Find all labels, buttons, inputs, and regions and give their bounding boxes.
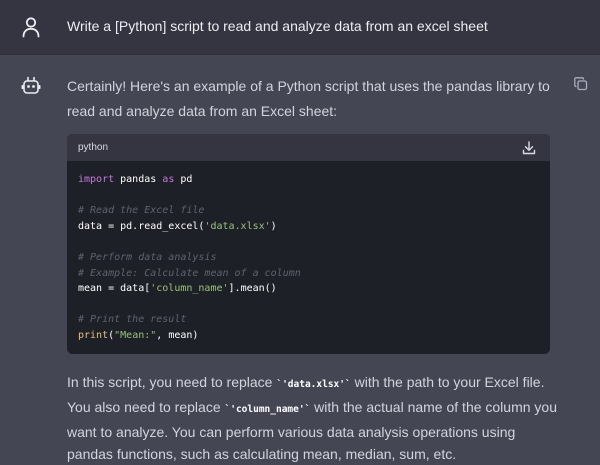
- code-body: import pandas as pd # Read the Excel fil…: [67, 161, 550, 354]
- code-string: "Mean:": [114, 330, 157, 341]
- code-string: 'data.xlsx': [204, 221, 271, 232]
- code-line-3: data = pd.read_excel('data.xlsx'): [78, 220, 277, 233]
- code-block: python import pandas as pd # Read the Ex…: [67, 134, 550, 354]
- code-language-label: python: [78, 142, 109, 153]
- bot-icon: [21, 76, 41, 96]
- assistant-outro-text: In this script, you need to replace `'da…: [67, 371, 557, 465]
- outro-text: In this script, you need to replace: [67, 374, 277, 390]
- code-block-header: python: [67, 134, 550, 161]
- assistant-intro-text: Certainly! Here's an example of a Python…: [67, 78, 550, 119]
- code-text: pandas: [114, 174, 163, 185]
- code-line-7: # Print the result: [78, 314, 187, 325]
- code-line-1: import pandas as pd: [78, 173, 192, 186]
- code-text: , mean): [156, 330, 199, 341]
- code-keyword: as: [162, 174, 175, 185]
- code-string: 'column_name': [150, 283, 229, 294]
- code-function: print: [78, 330, 109, 341]
- assistant-message-row: Certainly! Here's an example of a Python…: [0, 55, 600, 463]
- code-line-6: mean = data['column_name'].mean(): [78, 282, 277, 295]
- user-message-row: Write a [Python] script to read and anal…: [0, 0, 600, 55]
- code-line-5: # Example: Calculate mean of a column: [78, 268, 301, 279]
- code-text: mean = data[: [78, 283, 151, 294]
- copy-icon[interactable]: [574, 77, 588, 91]
- code-text: data = pd.read_excel(: [78, 221, 205, 232]
- user-prompt-text: Write a [Python] script to read and anal…: [67, 18, 488, 34]
- code-text: ].mean(): [228, 283, 277, 294]
- code-text: ): [270, 221, 277, 232]
- code-line-4: # Perform data analysis: [78, 252, 217, 263]
- download-icon[interactable]: [522, 141, 536, 155]
- code-text: pd: [174, 174, 193, 185]
- code-keyword: import: [78, 174, 115, 185]
- inline-code: `'column_name'`: [224, 404, 311, 415]
- inline-code: `'data.xlsx'`: [276, 379, 351, 390]
- user-icon: [21, 16, 41, 38]
- code-line-2: # Read the Excel file: [78, 205, 205, 216]
- code-line-8: print("Mean:", mean): [78, 329, 198, 342]
